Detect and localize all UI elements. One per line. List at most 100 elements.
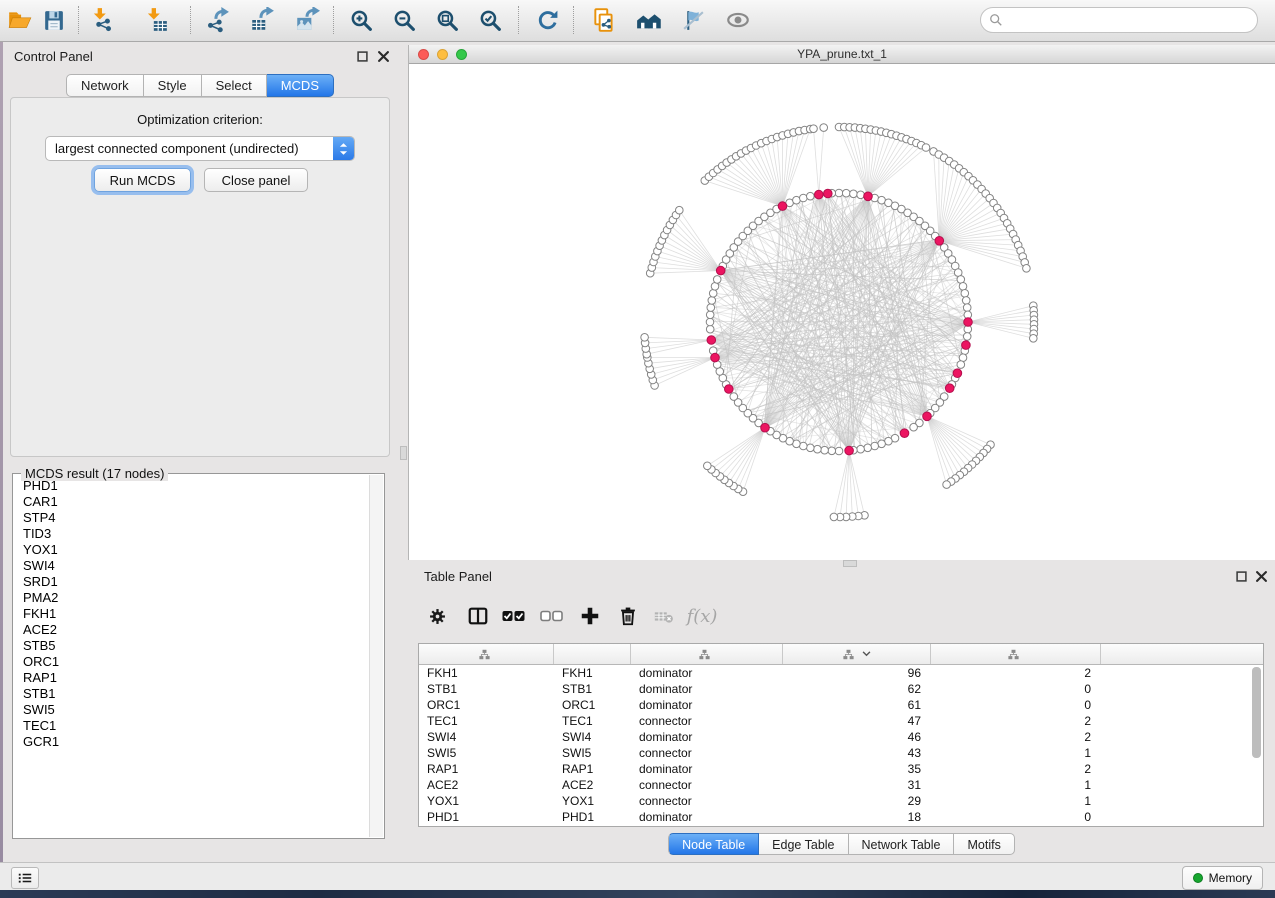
split-panel-button[interactable] bbox=[460, 598, 496, 634]
network-window-title: YPA_prune.txt_1 bbox=[409, 45, 1275, 63]
table-panel-float-button[interactable] bbox=[1234, 569, 1248, 583]
delete-column-button[interactable] bbox=[610, 598, 646, 634]
zoom-fit-button[interactable] bbox=[430, 3, 464, 37]
export-image-icon bbox=[294, 7, 320, 33]
table-scrollbar-thumb[interactable] bbox=[1252, 667, 1261, 758]
column-header-predecessor-nodes[interactable] bbox=[931, 644, 1101, 664]
window-zoom-traffic-light[interactable] bbox=[456, 49, 467, 60]
tab-network[interactable]: Network bbox=[66, 74, 144, 97]
tab-style[interactable]: Style bbox=[144, 74, 202, 97]
column-header-shared-name[interactable] bbox=[419, 644, 554, 664]
mcds-result-item[interactable]: STB1 bbox=[14, 686, 370, 702]
table-row-SWI5[interactable]: SWI5SWI5connector431 bbox=[419, 745, 1263, 761]
export-network-button[interactable] bbox=[200, 3, 234, 37]
table-row-STB1[interactable]: STB1STB1dominator620 bbox=[419, 681, 1263, 697]
close-panel-button[interactable]: Close panel bbox=[204, 168, 308, 192]
cell: SWI4 bbox=[419, 729, 554, 745]
refresh-layout-icon bbox=[535, 8, 560, 33]
deselect-all-button[interactable] bbox=[534, 598, 570, 634]
mcds-result-item[interactable]: PHD1 bbox=[14, 478, 370, 494]
import-network-button[interactable] bbox=[85, 3, 119, 37]
window-close-traffic-light[interactable] bbox=[418, 49, 429, 60]
mcds-result-item[interactable]: SWI5 bbox=[14, 702, 370, 718]
cell: 2 bbox=[931, 729, 1101, 745]
control-panel-close-button[interactable] bbox=[376, 49, 390, 63]
open-session-button[interactable] bbox=[3, 3, 37, 37]
mcds-result-item[interactable]: RAP1 bbox=[14, 670, 370, 686]
mcds-result-list[interactable]: PHD1CAR1STP4TID3YOX1SWI4SRD1PMA2FKH1ACE2… bbox=[14, 478, 370, 837]
run-mcds-button[interactable]: Run MCDS bbox=[94, 168, 191, 192]
cell: TEC1 bbox=[554, 713, 631, 729]
cell: TEC1 bbox=[419, 713, 554, 729]
hide-selected-button[interactable] bbox=[676, 3, 710, 37]
horizontal-splitter-handle[interactable] bbox=[843, 560, 857, 567]
tab-node-table[interactable]: Node Table bbox=[668, 833, 759, 855]
mcds-result-item[interactable]: YOX1 bbox=[14, 542, 370, 558]
search-input[interactable] bbox=[1008, 12, 1249, 28]
search-field[interactable] bbox=[980, 7, 1258, 33]
cell: 1 bbox=[931, 793, 1101, 809]
column-header-name[interactable] bbox=[554, 644, 631, 664]
optimization-criterion-select[interactable]: largest connected component (undirected) bbox=[45, 136, 355, 161]
refresh-layout-button[interactable] bbox=[530, 3, 564, 37]
select-all-button[interactable] bbox=[496, 598, 532, 634]
desktop-wallpaper bbox=[0, 890, 1275, 898]
mcds-result-item[interactable]: FKH1 bbox=[14, 606, 370, 622]
mcds-result-scrollbar[interactable] bbox=[369, 475, 383, 837]
tab-edge-table[interactable]: Edge Table bbox=[759, 833, 848, 855]
mcds-result-item[interactable]: STP4 bbox=[14, 510, 370, 526]
table-row-SWI4[interactable]: SWI4SWI4dominator462 bbox=[419, 729, 1263, 745]
function-builder-button[interactable]: f(x) bbox=[684, 598, 720, 634]
delete-table-button[interactable] bbox=[646, 598, 682, 634]
network-window-titlebar[interactable]: YPA_prune.txt_1 bbox=[409, 45, 1275, 64]
add-column-button[interactable] bbox=[572, 598, 608, 634]
mcds-result-item[interactable]: GCR1 bbox=[14, 734, 370, 750]
split-panel-icon bbox=[467, 605, 489, 627]
table-settings-button[interactable] bbox=[419, 598, 455, 634]
import-table-button[interactable] bbox=[139, 3, 173, 37]
tree-icon bbox=[699, 649, 710, 660]
mcds-result-item[interactable]: SRD1 bbox=[14, 574, 370, 590]
table-row-TEC1[interactable]: TEC1TEC1connector472 bbox=[419, 713, 1263, 729]
tab-mcds[interactable]: MCDS bbox=[267, 74, 334, 97]
vertical-splitter-handle[interactable] bbox=[400, 446, 407, 460]
window-minimize-traffic-light[interactable] bbox=[437, 49, 448, 60]
table-row-PHD1[interactable]: PHD1PHD1dominator180 bbox=[419, 809, 1263, 825]
zoom-out-button[interactable] bbox=[387, 3, 421, 37]
tab-motifs[interactable]: Motifs bbox=[954, 833, 1014, 855]
show-all-button[interactable] bbox=[721, 3, 755, 37]
export-table-button[interactable] bbox=[245, 3, 279, 37]
tree-icon bbox=[479, 649, 490, 660]
memory-label: Memory bbox=[1209, 871, 1252, 885]
mcds-result-item[interactable]: TEC1 bbox=[14, 718, 370, 734]
mcds-result-item[interactable]: ORC1 bbox=[14, 654, 370, 670]
new-network-from-selection-button[interactable] bbox=[587, 3, 621, 37]
zoom-in-button[interactable] bbox=[344, 3, 378, 37]
tab-select[interactable]: Select bbox=[202, 74, 267, 97]
zoom-selected-button[interactable] bbox=[473, 3, 507, 37]
control-panel-float-button[interactable] bbox=[355, 49, 369, 63]
mcds-result-item[interactable]: TID3 bbox=[14, 526, 370, 542]
mcds-result-item[interactable]: CAR1 bbox=[14, 494, 370, 510]
table-panel-close-button[interactable] bbox=[1254, 569, 1268, 583]
mcds-result-item[interactable]: STB5 bbox=[14, 638, 370, 654]
cell: STB1 bbox=[419, 681, 554, 697]
export-image-button[interactable] bbox=[290, 3, 324, 37]
table-row-RAP1[interactable]: RAP1RAP1dominator352 bbox=[419, 761, 1263, 777]
cell: 0 bbox=[931, 809, 1101, 825]
table-row-ACE2[interactable]: ACE2ACE2connector311 bbox=[419, 777, 1263, 793]
network-graph-canvas[interactable] bbox=[409, 63, 1275, 560]
tab-network-table[interactable]: Network Table bbox=[849, 833, 955, 855]
memory-button[interactable]: Memory bbox=[1182, 866, 1263, 890]
mcds-result-item[interactable]: ACE2 bbox=[14, 622, 370, 638]
mcds-result-item[interactable]: SWI4 bbox=[14, 558, 370, 574]
table-row-YOX1[interactable]: YOX1YOX1connector291 bbox=[419, 793, 1263, 809]
table-row-FKH1[interactable]: FKH1FKH1dominator962 bbox=[419, 665, 1263, 681]
mcds-result-item[interactable]: PMA2 bbox=[14, 590, 370, 606]
table-row-ORC1[interactable]: ORC1ORC1dominator610 bbox=[419, 697, 1263, 713]
column-header-successor-nodes[interactable] bbox=[783, 644, 931, 664]
column-header-MCDS-role[interactable] bbox=[631, 644, 783, 664]
save-session-button[interactable] bbox=[36, 3, 70, 37]
first-neighbors-button[interactable] bbox=[632, 3, 666, 37]
panel-menu-button[interactable] bbox=[11, 867, 39, 889]
